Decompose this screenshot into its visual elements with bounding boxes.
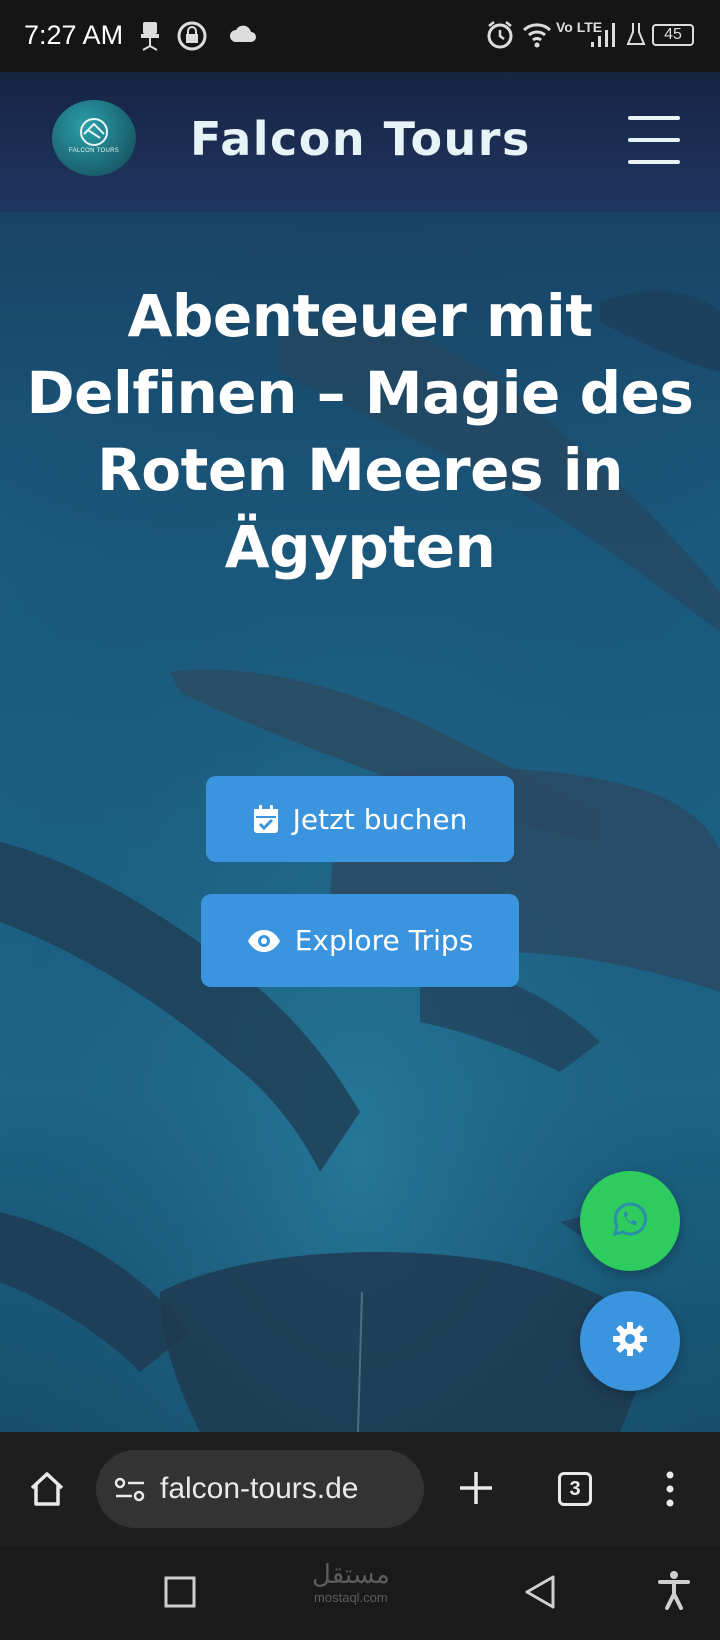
system-nav-bar: مستقل mostaql.com (0, 1546, 720, 1640)
explore-trips-button[interactable]: Explore Trips (201, 894, 519, 987)
gear-icon (610, 1319, 650, 1364)
falcon-emblem-icon (80, 118, 108, 146)
brand-logo[interactable]: FALCON TOURS (52, 100, 136, 176)
book-now-button[interactable]: Jetzt buchen (206, 776, 514, 862)
vpn-lock-icon (176, 20, 208, 57)
cloud-icon (228, 24, 258, 49)
brand-name[interactable]: Falcon Tours (190, 112, 531, 166)
explore-trips-label: Explore Trips (294, 924, 474, 957)
more-options-icon[interactable] (664, 1470, 676, 1513)
hamburger-line (628, 138, 680, 142)
signal-icon (590, 20, 616, 53)
hamburger-line (628, 160, 680, 164)
browser-toolbar: falcon-tours.de 3 (0, 1432, 720, 1546)
back-icon[interactable] (524, 1574, 556, 1615)
calendar-check-icon (253, 804, 279, 834)
home-icon[interactable] (28, 1470, 66, 1513)
settings-button[interactable] (580, 1291, 680, 1391)
wifi-icon (522, 20, 552, 53)
hero-title: Abenteuer mit Delfinen – Magie des Roten… (26, 282, 694, 581)
hamburger-line (628, 116, 680, 120)
recents-icon[interactable] (164, 1576, 196, 1613)
eye-icon (247, 929, 281, 953)
url-text: falcon-tours.de (160, 1472, 359, 1505)
tab-switcher-button[interactable]: 3 (558, 1472, 592, 1506)
site-settings-icon[interactable] (114, 1476, 146, 1509)
status-time: 7:27 AM (24, 20, 124, 50)
watermark-arabic: مستقل (312, 1559, 390, 1589)
accessibility-icon[interactable] (658, 1570, 690, 1615)
site-header: FALCON TOURS Falcon Tours (0, 72, 720, 212)
whatsapp-button[interactable] (580, 1171, 680, 1271)
battery-icon: 45 (652, 24, 694, 46)
address-bar[interactable]: falcon-tours.de (96, 1450, 424, 1528)
menu-toggle-button[interactable] (628, 110, 680, 170)
status-bar: 7:27 AM Vo LTE 45 (0, 0, 720, 72)
alarm-icon (486, 20, 514, 55)
battery-level: 45 (652, 24, 694, 46)
whatsapp-icon (612, 1201, 648, 1242)
logo-text: FALCON TOURS (68, 148, 120, 154)
lab-flask-icon (626, 20, 646, 53)
new-tab-icon[interactable] (458, 1470, 494, 1511)
book-now-label: Jetzt buchen (292, 802, 468, 836)
watermark-latin: mostaql.com (314, 1590, 388, 1605)
chair-icon (138, 20, 162, 57)
watermark: مستقل mostaql.com (312, 1559, 390, 1610)
